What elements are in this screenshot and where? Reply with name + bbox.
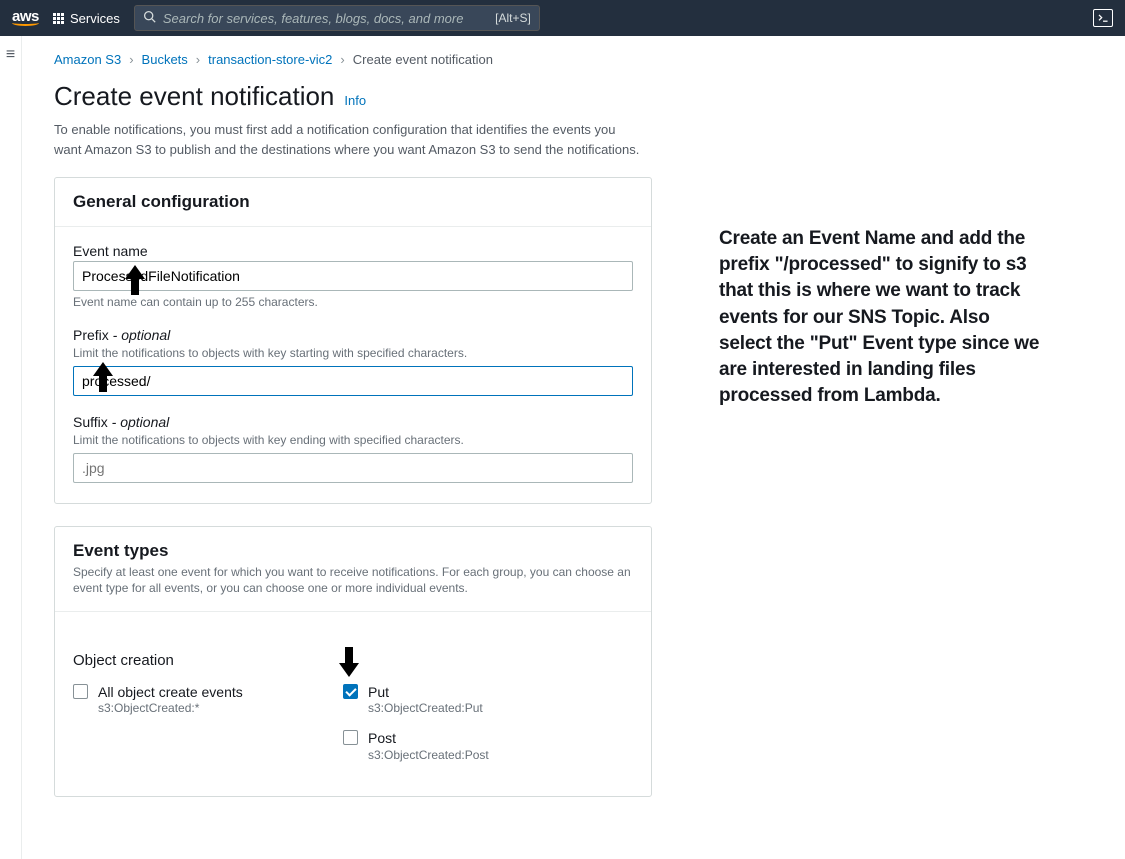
breadcrumb-current: Create event notification — [353, 52, 493, 67]
search-shortcut: [Alt+S] — [495, 11, 531, 25]
post-sub: s3:ObjectCreated:Post — [368, 748, 489, 762]
prefix-hint: Limit the notifications to objects with … — [73, 345, 633, 362]
info-link[interactable]: Info — [344, 93, 366, 108]
chevron-right-icon: › — [340, 52, 344, 67]
object-creation-title: Object creation — [73, 652, 633, 669]
all-create-checkbox[interactable] — [73, 684, 88, 699]
event-types-description: Specify at least one event for which you… — [73, 564, 633, 598]
sidebar-toggle[interactable]: ≡ — [0, 36, 22, 859]
prefix-field: Prefix - optional Limit the notification… — [73, 327, 633, 396]
search-icon — [143, 10, 156, 26]
suffix-input[interactable] — [73, 453, 633, 483]
instruction-note: Create an Event Name and add the prefix … — [719, 226, 1043, 410]
aws-logo[interactable]: aws — [12, 10, 39, 26]
put-event-row: Put s3:ObjectCreated:Put — [343, 683, 573, 715]
services-grid-icon — [53, 13, 64, 24]
event-name-field: Event name Event name can contain up to … — [73, 243, 633, 309]
general-config-panel: General configuration Event name Event n… — [54, 177, 652, 504]
cloudshell-icon[interactable] — [1093, 9, 1113, 27]
suffix-label: Suffix - optional — [73, 414, 633, 430]
put-label: Put — [368, 683, 483, 701]
all-create-label: All object create events — [98, 683, 243, 701]
event-name-input[interactable] — [73, 261, 633, 291]
main-content: Amazon S3 › Buckets › transaction-store-… — [22, 36, 652, 859]
suffix-hint: Limit the notifications to objects with … — [73, 432, 633, 449]
breadcrumb-link[interactable]: Buckets — [142, 52, 188, 67]
all-create-sub: s3:ObjectCreated:* — [98, 701, 243, 715]
suffix-field: Suffix - optional Limit the notification… — [73, 414, 633, 483]
breadcrumb-link[interactable]: Amazon S3 — [54, 52, 121, 67]
page-subtitle: To enable notifications, you must first … — [54, 120, 644, 159]
event-types-panel: Event types Specify at least one event f… — [54, 526, 652, 797]
post-label: Post — [368, 729, 489, 747]
event-types-heading: Event types — [73, 541, 633, 561]
post-event-row: Post s3:ObjectCreated:Post — [343, 729, 573, 761]
breadcrumb-link[interactable]: transaction-store-vic2 — [208, 52, 332, 67]
chevron-right-icon: › — [196, 52, 200, 67]
search-placeholder: Search for services, features, blogs, do… — [163, 11, 464, 26]
global-search[interactable]: Search for services, features, blogs, do… — [134, 5, 540, 31]
general-config-heading: General configuration — [73, 192, 633, 212]
chevron-right-icon: › — [129, 52, 133, 67]
prefix-label: Prefix - optional — [73, 327, 633, 343]
object-creation-group: Object creation All object create events… — [73, 628, 633, 775]
top-nav: aws Services Search for services, featur… — [0, 0, 1125, 36]
all-create-events-row: All object create events s3:ObjectCreate… — [73, 683, 303, 715]
services-button[interactable]: Services — [53, 11, 120, 26]
event-name-label: Event name — [73, 243, 633, 259]
post-checkbox[interactable] — [343, 730, 358, 745]
page-title: Create event notification Info — [54, 81, 652, 112]
event-name-hint: Event name can contain up to 255 charact… — [73, 295, 633, 309]
put-checkbox[interactable] — [343, 684, 358, 699]
prefix-input[interactable] — [73, 366, 633, 396]
breadcrumb: Amazon S3 › Buckets › transaction-store-… — [54, 52, 652, 67]
put-sub: s3:ObjectCreated:Put — [368, 701, 483, 715]
services-label: Services — [70, 11, 120, 26]
